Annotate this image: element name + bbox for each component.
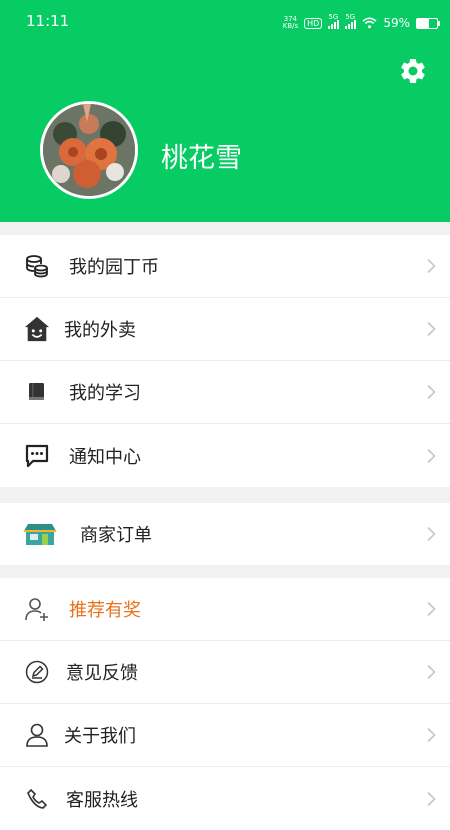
chevron-right-icon xyxy=(427,384,436,400)
menu-label-notifications: 通知中心 xyxy=(69,446,141,468)
settings-gear-icon[interactable] xyxy=(398,56,428,86)
add-user-icon xyxy=(24,596,50,622)
user-icon xyxy=(24,722,50,748)
menu-label-about: 关于我们 xyxy=(64,726,136,747)
status-icons: 374 KB/s HD 5G 5G 59% xyxy=(283,13,440,32)
sim2-label: 5G xyxy=(345,13,356,21)
menu-label-hotline: 客服热线 xyxy=(66,789,138,811)
chevron-right-icon xyxy=(427,526,436,542)
edit-circle-icon xyxy=(24,659,50,685)
house-face-icon xyxy=(24,316,50,342)
hd-icon: HD xyxy=(304,17,323,29)
network-speed-unit: KB/s xyxy=(282,22,299,30)
menu-item-takeout[interactable]: 我的外卖 xyxy=(0,298,450,361)
menu-item-feedback[interactable]: 意见反馈 xyxy=(0,641,450,704)
username[interactable]: 桃花雪 xyxy=(161,136,242,175)
menu-item-merchant-orders[interactable]: 商家订单 xyxy=(0,503,450,565)
menu-group-support: 推荐有奖 意见反馈 关于我们 客服热线 xyxy=(0,578,450,830)
shop-icon xyxy=(22,521,58,547)
sim1-label: 5G xyxy=(328,13,339,21)
chevron-right-icon xyxy=(427,258,436,274)
chevron-right-icon xyxy=(427,791,436,806)
signal-icon-2: 5G xyxy=(345,13,357,29)
chevron-right-icon xyxy=(427,664,436,680)
menu-label-study: 我的学习 xyxy=(69,383,141,404)
chat-bubble-icon xyxy=(24,443,50,469)
menu-label-takeout: 我的外卖 xyxy=(64,320,136,341)
menu-item-referral[interactable]: 推荐有奖 xyxy=(0,578,450,641)
status-bar: 11:11 374 KB/s HD 5G 5G 59% xyxy=(0,0,450,44)
coins-icon xyxy=(24,253,50,279)
avatar[interactable] xyxy=(40,101,138,199)
menu-label-referral: 推荐有奖 xyxy=(69,600,141,621)
chevron-right-icon xyxy=(427,321,436,337)
menu-item-study[interactable]: 我的学习 xyxy=(0,361,450,424)
flower-bouquet-image xyxy=(43,104,135,196)
menu-group-merchant: 商家订单 xyxy=(0,503,450,565)
chevron-right-icon xyxy=(427,448,436,463)
wifi-icon xyxy=(362,17,377,29)
chevron-right-icon xyxy=(427,727,436,743)
menu-label-merchant-orders: 商家订单 xyxy=(80,525,152,546)
menu-label-coins: 我的园丁币 xyxy=(69,257,159,278)
battery-icon xyxy=(416,17,440,29)
menu-item-about[interactable]: 关于我们 xyxy=(0,704,450,767)
menu-item-hotline[interactable]: 客服热线 xyxy=(0,767,450,830)
profile-header: 11:11 374 KB/s HD 5G 5G 59% 桃花雪 xyxy=(0,0,450,222)
signal-icon-1: 5G xyxy=(328,13,340,29)
menu-group-account: 我的园丁币 我的外卖 我的学习 通知中心 xyxy=(0,235,450,487)
chevron-right-icon xyxy=(427,601,436,617)
book-icon xyxy=(24,379,50,405)
menu-label-feedback: 意见反馈 xyxy=(66,663,138,684)
status-time: 11:11 xyxy=(26,12,70,30)
phone-icon xyxy=(24,786,50,812)
menu-item-coins[interactable]: 我的园丁币 xyxy=(0,235,450,298)
battery-percent: 59% xyxy=(383,16,410,30)
network-speed: 374 KB/s xyxy=(283,16,298,30)
menu-item-notifications[interactable]: 通知中心 xyxy=(0,424,450,487)
